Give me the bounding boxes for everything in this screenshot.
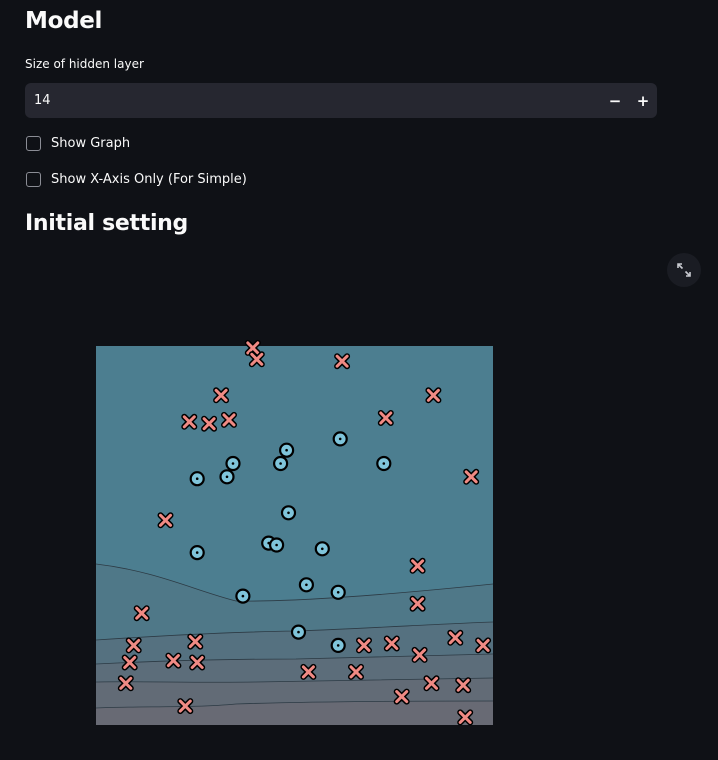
o-marker [269,537,285,553]
show-graph-label: Show Graph [51,136,131,151]
x-marker [181,413,198,430]
show-x-axis-label: Show X-Axis Only (For Simple) [51,172,247,187]
x-marker [455,677,472,694]
initial-setting-heading: Initial setting [25,211,188,236]
x-marker [300,663,317,680]
o-marker [280,505,297,521]
x-marker [121,654,138,671]
app-page: Model Size of hidden layer 14 − + Show G… [0,0,718,760]
x-marker [356,637,372,654]
x-marker [377,410,394,426]
increment-button[interactable]: + [629,83,657,118]
x-marker [157,512,174,529]
o-marker [376,455,392,472]
x-marker [423,675,440,692]
x-marker [409,595,426,612]
o-marker [298,577,314,593]
x-marker [463,468,480,485]
x-marker [117,675,134,692]
show-x-axis-checkbox-row[interactable]: Show X-Axis Only (For Simple) [26,172,247,187]
o-marker [225,455,241,472]
hidden-layer-number-input: 14 − + [25,83,657,118]
o-marker [273,455,289,472]
x-marker [447,629,464,646]
o-marker [314,541,330,557]
x-marker [125,637,142,654]
o-marker [235,588,251,604]
x-marker [133,605,150,622]
x-marker [201,415,218,432]
x-marker [383,635,400,652]
scatter-chart [96,339,493,726]
hidden-layer-label: Size of hidden layer [25,57,144,71]
model-heading: Model [25,8,103,34]
o-marker [279,442,295,458]
x-marker [475,637,492,654]
decrement-button[interactable]: − [601,83,629,118]
x-marker [177,698,194,715]
o-marker [189,545,205,561]
x-marker [187,633,204,650]
o-marker [189,471,205,487]
decision-regions [96,346,493,725]
hidden-layer-value-field[interactable]: 14 [25,93,601,108]
x-marker [425,387,442,404]
o-marker [330,584,346,600]
x-marker [334,353,351,370]
x-marker [244,339,261,356]
x-marker [409,557,426,574]
o-marker [290,624,307,640]
x-marker [411,646,428,663]
fullscreen-icon [677,263,691,277]
x-marker [393,688,410,705]
o-marker [330,637,346,653]
x-marker [165,652,182,669]
show-graph-checkbox-row[interactable]: Show Graph [26,136,130,151]
x-marker [457,709,474,726]
x-marker [221,411,237,428]
show-x-axis-checkbox[interactable] [26,172,41,187]
x-marker [348,663,364,680]
x-marker [248,351,265,368]
decision-plot [96,339,493,726]
show-graph-checkbox[interactable] [26,136,41,151]
x-marker [213,387,230,404]
o-marker [219,469,235,485]
fullscreen-button[interactable] [667,253,701,287]
o-marker [332,431,348,447]
x-marker [189,654,206,671]
